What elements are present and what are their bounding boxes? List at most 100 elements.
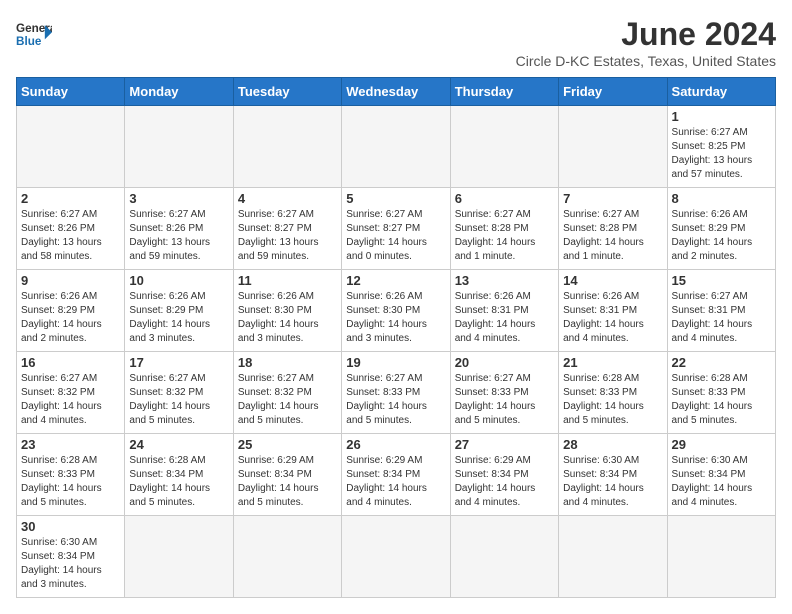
header: General Blue June 2024 Circle D-KC Estat… [16,16,776,69]
day-number: 3 [129,191,228,206]
day-number: 12 [346,273,445,288]
day-info: Sunrise: 6:28 AM Sunset: 8:33 PM Dayligh… [672,372,771,428]
day-info: Sunrise: 6:27 AM Sunset: 8:26 PM Dayligh… [21,208,120,264]
day-cell-2-0: 9Sunrise: 6:26 AM Sunset: 8:29 PM Daylig… [17,270,125,352]
day-number: 11 [238,273,337,288]
day-cell-5-4 [450,516,558,598]
week-row-0: 1Sunrise: 6:27 AM Sunset: 8:25 PM Daylig… [17,106,776,188]
day-cell-0-6: 1Sunrise: 6:27 AM Sunset: 8:25 PM Daylig… [667,106,775,188]
day-cell-4-1: 24Sunrise: 6:28 AM Sunset: 8:34 PM Dayli… [125,434,233,516]
day-info: Sunrise: 6:26 AM Sunset: 8:30 PM Dayligh… [238,290,337,346]
day-info: Sunrise: 6:27 AM Sunset: 8:33 PM Dayligh… [455,372,554,428]
day-cell-1-0: 2 Sunrise: 6:27 AM Sunset: 8:26 PM Daylig… [17,188,125,270]
svg-text:Blue: Blue [16,35,42,48]
day-info: Sunrise: 6:29 AM Sunset: 8:34 PM Dayligh… [238,454,337,510]
logo-icon: General Blue [16,16,52,52]
day-cell-5-5 [559,516,667,598]
day-number: 27 [455,437,554,452]
col-tuesday: Tuesday [233,78,341,106]
day-info: Sunrise: 6:27 AM Sunset: 8:33 PM Dayligh… [346,372,445,428]
day-info: Sunrise: 6:30 AM Sunset: 8:34 PM Dayligh… [21,536,120,592]
day-cell-2-1: 10 Sunrise: 6:26 AM Sunset: 8:29 PM Dayli… [125,270,233,352]
day-number: 14 [563,273,662,288]
day-cell-3-5: 21 Sunrise: 6:28 AM Sunset: 8:33 PM Dayli… [559,352,667,434]
week-row-5: 30 Sunrise: 6:30 AM Sunset: 8:34 PM Dayli… [17,516,776,598]
day-cell-5-3 [342,516,450,598]
day-cell-2-4: 13Sunrise: 6:26 AM Sunset: 8:31 PM Dayli… [450,270,558,352]
day-info: Sunrise: 6:27 AM Sunset: 8:27 PM Dayligh… [346,208,445,264]
calendar-header-row: Sunday Monday Tuesday Wednesday Thursday… [17,78,776,106]
day-cell-5-1 [125,516,233,598]
day-number: 16 [21,355,120,370]
day-cell-0-1 [125,106,233,188]
day-info: Sunrise: 6:27 AM Sunset: 8:32 PM Dayligh… [129,372,228,428]
day-cell-4-5: 28 Sunrise: 6:30 AM Sunset: 8:34 PM Dayli… [559,434,667,516]
day-number: 26 [346,437,445,452]
week-row-4: 23 Sunrise: 6:28 AM Sunset: 8:33 PM Dayli… [17,434,776,516]
day-cell-2-3: 12 Sunrise: 6:26 AM Sunset: 8:30 PM Dayli… [342,270,450,352]
week-row-3: 16 Sunrise: 6:27 AM Sunset: 8:32 PM Dayli… [17,352,776,434]
day-cell-3-6: 22 Sunrise: 6:28 AM Sunset: 8:33 PM Dayli… [667,352,775,434]
day-cell-3-1: 17 Sunrise: 6:27 AM Sunset: 8:32 PM Dayli… [125,352,233,434]
day-number: 20 [455,355,554,370]
day-cell-4-2: 25 Sunrise: 6:29 AM Sunset: 8:34 PM Dayli… [233,434,341,516]
month-title: June 2024 [516,16,776,53]
day-number: 10 [129,273,228,288]
day-info: Sunrise: 6:27 AM Sunset: 8:28 PM Dayligh… [455,208,554,264]
day-cell-1-2: 4Sunrise: 6:27 AM Sunset: 8:27 PM Daylig… [233,188,341,270]
logo: General Blue [16,16,52,52]
week-row-1: 2 Sunrise: 6:27 AM Sunset: 8:26 PM Daylig… [17,188,776,270]
day-number: 7 [563,191,662,206]
day-cell-2-6: 15Sunrise: 6:27 AM Sunset: 8:31 PM Dayli… [667,270,775,352]
day-number: 22 [672,355,771,370]
day-info: Sunrise: 6:27 AM Sunset: 8:31 PM Dayligh… [672,290,771,346]
day-info: Sunrise: 6:26 AM Sunset: 8:31 PM Dayligh… [563,290,662,346]
day-info: Sunrise: 6:28 AM Sunset: 8:34 PM Dayligh… [129,454,228,510]
day-info: Sunrise: 6:26 AM Sunset: 8:30 PM Dayligh… [346,290,445,346]
day-number: 25 [238,437,337,452]
day-info: Sunrise: 6:27 AM Sunset: 8:32 PM Dayligh… [238,372,337,428]
day-cell-1-1: 3Sunrise: 6:27 AM Sunset: 8:26 PM Daylig… [125,188,233,270]
day-cell-4-4: 27 Sunrise: 6:29 AM Sunset: 8:34 PM Dayli… [450,434,558,516]
col-thursday: Thursday [450,78,558,106]
day-cell-0-4 [450,106,558,188]
day-cell-5-6 [667,516,775,598]
day-info: Sunrise: 6:27 AM Sunset: 8:28 PM Dayligh… [563,208,662,264]
day-info: Sunrise: 6:26 AM Sunset: 8:29 PM Dayligh… [129,290,228,346]
day-number: 28 [563,437,662,452]
col-monday: Monday [125,78,233,106]
day-info: Sunrise: 6:28 AM Sunset: 8:33 PM Dayligh… [563,372,662,428]
day-info: Sunrise: 6:30 AM Sunset: 8:34 PM Dayligh… [672,454,771,510]
day-cell-2-5: 14 Sunrise: 6:26 AM Sunset: 8:31 PM Dayli… [559,270,667,352]
day-cell-0-5 [559,106,667,188]
day-cell-5-0: 30 Sunrise: 6:30 AM Sunset: 8:34 PM Dayli… [17,516,125,598]
day-cell-0-0 [17,106,125,188]
day-info: Sunrise: 6:26 AM Sunset: 8:29 PM Dayligh… [672,208,771,264]
title-section: June 2024 Circle D-KC Estates, Texas, Un… [516,16,776,69]
day-info: Sunrise: 6:28 AM Sunset: 8:33 PM Dayligh… [21,454,120,510]
day-number: 6 [455,191,554,206]
col-wednesday: Wednesday [342,78,450,106]
day-cell-3-2: 18 Sunrise: 6:27 AM Sunset: 8:32 PM Dayli… [233,352,341,434]
col-friday: Friday [559,78,667,106]
day-info: Sunrise: 6:30 AM Sunset: 8:34 PM Dayligh… [563,454,662,510]
col-sunday: Sunday [17,78,125,106]
day-number: 2 [21,191,120,206]
week-row-2: 9Sunrise: 6:26 AM Sunset: 8:29 PM Daylig… [17,270,776,352]
day-number: 23 [21,437,120,452]
day-number: 17 [129,355,228,370]
day-cell-0-2 [233,106,341,188]
day-number: 4 [238,191,337,206]
day-number: 13 [455,273,554,288]
day-number: 21 [563,355,662,370]
day-cell-0-3 [342,106,450,188]
day-info: Sunrise: 6:29 AM Sunset: 8:34 PM Dayligh… [346,454,445,510]
day-info: Sunrise: 6:29 AM Sunset: 8:34 PM Dayligh… [455,454,554,510]
day-number: 30 [21,519,120,534]
day-cell-1-4: 6 Sunrise: 6:27 AM Sunset: 8:28 PM Daylig… [450,188,558,270]
day-number: 18 [238,355,337,370]
day-cell-3-4: 20 Sunrise: 6:27 AM Sunset: 8:33 PM Dayli… [450,352,558,434]
day-cell-4-0: 23 Sunrise: 6:28 AM Sunset: 8:33 PM Dayli… [17,434,125,516]
day-info: Sunrise: 6:26 AM Sunset: 8:29 PM Dayligh… [21,290,120,346]
day-cell-3-3: 19Sunrise: 6:27 AM Sunset: 8:33 PM Dayli… [342,352,450,434]
